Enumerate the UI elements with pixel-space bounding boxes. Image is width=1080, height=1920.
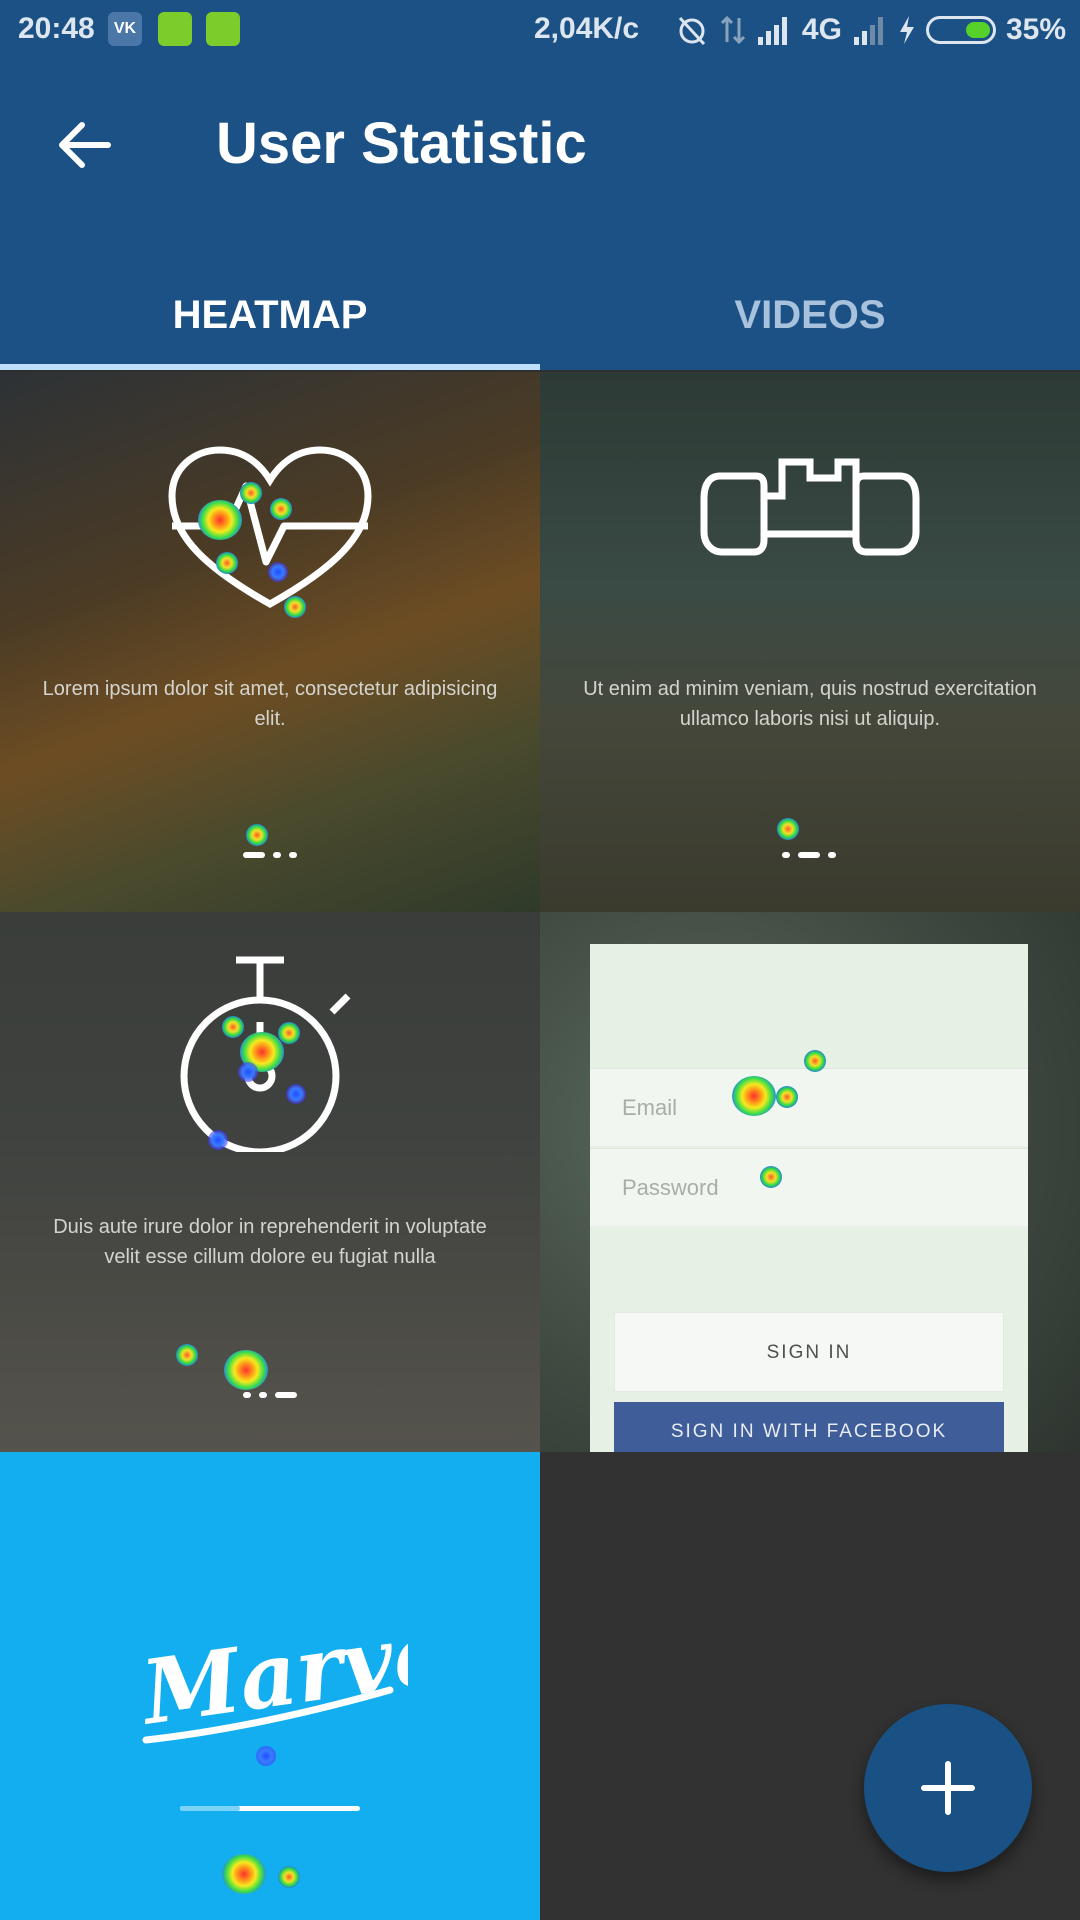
screen-tile-marvel[interactable]: Marvel — [0, 1452, 540, 1920]
plus-icon — [921, 1761, 975, 1815]
battery-icon — [925, 16, 996, 44]
loading-bar — [180, 1806, 360, 1811]
charging-icon — [899, 16, 914, 44]
app-bar: User Statistic HEATMAP VIDEOS — [0, 60, 1080, 370]
arrow-left-icon — [59, 122, 111, 168]
sign-in-button[interactable]: SIGN IN — [614, 1312, 1004, 1392]
add-button[interactable] — [864, 1704, 1032, 1872]
email-field[interactable]: Email — [590, 1068, 1028, 1146]
heat-spot — [176, 1344, 198, 1366]
tab-indicator — [0, 364, 540, 370]
heat-spot — [777, 818, 799, 840]
back-button[interactable] — [50, 110, 120, 180]
password-field[interactable]: Password — [590, 1148, 1028, 1226]
phone-app-icon — [158, 12, 192, 46]
signal-icon — [757, 17, 787, 45]
page-indicator — [243, 1392, 297, 1398]
vk-icon: VK — [108, 12, 142, 46]
login-form: Email Password SIGN IN SIGN IN WITH FACE… — [590, 944, 1028, 1452]
screen-tile-heart[interactable]: Lorem ipsum dolor sit amet, consectetur … — [0, 372, 540, 912]
tile-description: Duis aute irure dolor in reprehenderit i… — [53, 1216, 487, 1268]
svg-text:Marvel: Marvel — [138, 1620, 408, 1745]
network-speed: 2,04K/c — [534, 12, 640, 45]
data-transfer-icon — [720, 15, 745, 45]
alarm-off-icon — [678, 16, 706, 46]
stopwatch-icon — [180, 956, 351, 1152]
heat-spot — [222, 1854, 266, 1894]
signal-weak-icon — [853, 17, 883, 45]
heat-spot — [224, 1350, 268, 1390]
heart-pulse-icon — [168, 446, 372, 609]
tile-description: Ut enim ad minim veniam, quis nostrud ex… — [583, 678, 1037, 730]
status-bar: 20:48 VK 2,04K/c 4G 35% — [0, 0, 1080, 60]
tile-description: Lorem ipsum dolor sit amet, consectetur … — [42, 678, 498, 730]
network-type: 4G — [801, 13, 842, 46]
screen-tile-dumbbell[interactable]: Ut enim ad minim veniam, quis nostrud ex… — [540, 372, 1080, 912]
screen-tile-stopwatch[interactable]: Duis aute irure dolor in reprehenderit i… — [0, 912, 540, 1452]
tab-heatmap[interactable]: HEATMAP — [0, 270, 540, 360]
dumbbell-icon — [700, 458, 920, 556]
facebook-sign-in-button[interactable]: SIGN IN WITH FACEBOOK — [614, 1402, 1004, 1452]
android-app-icon — [206, 12, 240, 46]
page-title: User Statistic — [216, 111, 587, 176]
heat-spot — [278, 1866, 300, 1888]
page-indicator — [782, 852, 836, 858]
heat-spot — [246, 824, 268, 846]
status-time: 20:48 — [18, 12, 95, 45]
status-icons: 4G 35% — [674, 8, 1066, 52]
screen-tile-login[interactable]: Email Password SIGN IN SIGN IN WITH FACE… — [540, 912, 1080, 1452]
tab-videos[interactable]: VIDEOS — [540, 270, 1080, 360]
battery-percent: 35% — [1005, 13, 1066, 46]
page-indicator — [243, 852, 297, 858]
marvel-logo: Marvel — [138, 1620, 408, 1745]
